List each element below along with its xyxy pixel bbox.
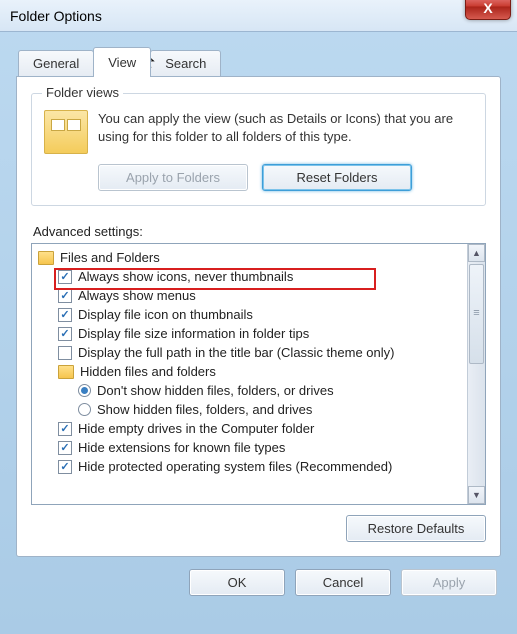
opt-label: Hide extensions for known file types bbox=[78, 440, 285, 455]
checkbox-icon[interactable] bbox=[58, 289, 72, 303]
close-button[interactable]: X bbox=[465, 0, 511, 20]
folder-views-icon bbox=[44, 110, 88, 154]
dialog-button-row: OK Cancel Apply bbox=[0, 557, 517, 610]
checkbox-icon[interactable] bbox=[58, 422, 72, 436]
list-content: Files and Folders Always show icons, nev… bbox=[32, 244, 467, 504]
tree-label: Files and Folders bbox=[60, 250, 160, 265]
restore-defaults-button[interactable]: Restore Defaults bbox=[346, 515, 486, 542]
opt-label: Display the full path in the title bar (… bbox=[78, 345, 394, 360]
checkbox-icon[interactable] bbox=[58, 327, 72, 341]
opt-display-file-icon-thumbnails[interactable]: Display file icon on thumbnails bbox=[38, 305, 465, 324]
opt-label: Always show menus bbox=[78, 288, 196, 303]
checkbox-icon[interactable] bbox=[58, 308, 72, 322]
opt-display-file-size-tips[interactable]: Display file size information in folder … bbox=[38, 324, 465, 343]
scroll-up-button[interactable] bbox=[468, 244, 485, 262]
apply-button[interactable]: Apply bbox=[401, 569, 497, 596]
folder-icon bbox=[58, 365, 74, 379]
folder-icon bbox=[38, 251, 54, 265]
opt-hide-protected-os-files[interactable]: Hide protected operating system files (R… bbox=[38, 457, 465, 476]
checkbox-icon[interactable] bbox=[58, 270, 72, 284]
checkbox-icon[interactable] bbox=[58, 441, 72, 455]
tab-search[interactable]: Search bbox=[150, 50, 221, 76]
ok-button[interactable]: OK bbox=[189, 569, 285, 596]
radio-icon[interactable] bbox=[78, 384, 91, 397]
opt-hide-extensions[interactable]: Hide extensions for known file types bbox=[38, 438, 465, 457]
tree-root-files-folders[interactable]: Files and Folders bbox=[38, 248, 465, 267]
checkbox-icon[interactable] bbox=[58, 346, 72, 360]
opt-label: Hide protected operating system files (R… bbox=[78, 459, 392, 474]
scroll-down-button[interactable] bbox=[468, 486, 485, 504]
cancel-button[interactable]: Cancel bbox=[295, 569, 391, 596]
opt-label: Hide empty drives in the Computer folder bbox=[78, 421, 314, 436]
close-icon: X bbox=[483, 0, 492, 16]
folder-views-group: Folder views You can apply the view (suc… bbox=[31, 93, 486, 206]
folder-views-text: You can apply the view (such as Details … bbox=[98, 110, 473, 154]
apply-to-folders-button[interactable]: Apply to Folders bbox=[98, 164, 248, 191]
tab-general[interactable]: General bbox=[18, 50, 94, 76]
tree-hidden-files-folders[interactable]: Hidden files and folders bbox=[38, 362, 465, 381]
window-title: Folder Options bbox=[10, 8, 102, 24]
radio-icon[interactable] bbox=[78, 403, 91, 416]
folder-views-label: Folder views bbox=[42, 85, 123, 100]
tab-view[interactable]: View bbox=[93, 47, 151, 77]
titlebar: Folder Options X bbox=[0, 0, 517, 32]
opt-display-full-path-titlebar[interactable]: Display the full path in the title bar (… bbox=[38, 343, 465, 362]
advanced-settings-label: Advanced settings: bbox=[33, 224, 486, 239]
opt-hide-empty-drives[interactable]: Hide empty drives in the Computer folder bbox=[38, 419, 465, 438]
opt-label: Show hidden files, folders, and drives bbox=[97, 402, 312, 417]
reset-folders-button[interactable]: Reset Folders bbox=[262, 164, 412, 191]
checkbox-icon[interactable] bbox=[58, 460, 72, 474]
opt-show-hidden[interactable]: Show hidden files, folders, and drives bbox=[38, 400, 465, 419]
scroll-thumb[interactable] bbox=[469, 264, 484, 364]
opt-label: Display file icon on thumbnails bbox=[78, 307, 253, 322]
advanced-settings-list[interactable]: Files and Folders Always show icons, nev… bbox=[31, 243, 486, 505]
tree-label: Hidden files and folders bbox=[80, 364, 216, 379]
opt-always-show-menus[interactable]: Always show menus bbox=[38, 286, 465, 305]
opt-label: Always show icons, never thumbnails bbox=[78, 269, 293, 284]
tab-strip: General View Search bbox=[18, 46, 517, 76]
tab-page-view: Folder views You can apply the view (suc… bbox=[16, 76, 501, 557]
opt-dont-show-hidden[interactable]: Don't show hidden files, folders, or dri… bbox=[38, 381, 465, 400]
scrollbar[interactable] bbox=[467, 244, 485, 504]
opt-label: Display file size information in folder … bbox=[78, 326, 309, 341]
opt-always-show-icons[interactable]: Always show icons, never thumbnails bbox=[38, 267, 465, 286]
opt-label: Don't show hidden files, folders, or dri… bbox=[97, 383, 334, 398]
